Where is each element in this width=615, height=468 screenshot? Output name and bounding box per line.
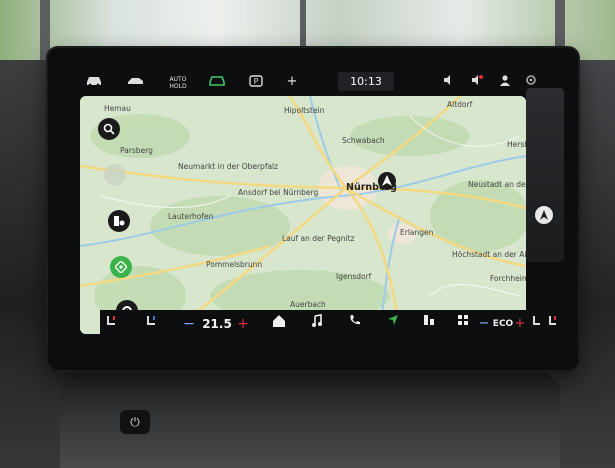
mute-icon[interactable] <box>468 74 486 90</box>
map-place-label: Hemau <box>104 104 131 113</box>
navigation-icon <box>387 315 399 329</box>
map-place-label: Schwabach <box>342 136 385 145</box>
map-place-label: Ansdorf bei Nürnberg <box>238 188 319 197</box>
map-place-label: Lauterhofen <box>168 212 214 221</box>
music-button[interactable] <box>306 314 328 334</box>
svg-text:P: P <box>254 77 259 86</box>
navigation-map[interactable]: Hemau Hipoltstein Altdorf Parsberg Schwabach… <box>80 96 526 334</box>
map-place-label: Altdorf <box>447 100 473 109</box>
phone-button[interactable] <box>344 314 366 334</box>
driver-assist-icon[interactable] <box>206 74 228 90</box>
volume-icon[interactable] <box>440 74 458 90</box>
route-button[interactable] <box>108 210 130 232</box>
music-icon <box>310 314 324 331</box>
temp-down-button[interactable]: − <box>182 314 196 334</box>
map-place-label: Auerbach <box>290 300 326 309</box>
map-place-label: Lauf an der Pegnitz <box>282 234 355 243</box>
parking-icon[interactable]: P <box>246 74 266 90</box>
grid-icon <box>457 315 469 329</box>
add-button[interactable]: + <box>284 74 300 90</box>
map-place-label: Neumarkt in der Oberpfalz <box>178 162 279 171</box>
power-button[interactable]: ⏻ <box>120 410 150 434</box>
map-terrain <box>80 96 526 334</box>
home-button[interactable] <box>268 314 290 334</box>
layers-button[interactable] <box>104 164 126 186</box>
north-arrow-icon <box>539 210 549 223</box>
grid-button[interactable] <box>452 314 474 334</box>
power-icon: ⏻ <box>130 415 140 429</box>
temp-up-button[interactable]: + <box>236 314 250 334</box>
temperature-value: 21.5 <box>202 317 232 331</box>
apps-button[interactable] <box>418 314 440 334</box>
car-side-icon[interactable] <box>126 74 146 90</box>
search-button[interactable] <box>98 118 120 140</box>
recenter-button[interactable] <box>110 256 132 278</box>
home-icon <box>272 315 286 331</box>
eco-up-button[interactable]: + <box>514 314 526 334</box>
map-place-label: Pommelsbrunn <box>206 260 263 269</box>
map-place-label: Parsberg <box>120 146 153 155</box>
car-icon[interactable] <box>84 74 104 90</box>
map-place-label: Igensdorf <box>336 272 372 281</box>
map-place-label: Neustadt an der Aisch <box>468 180 526 189</box>
map-place-label: Hersbruck <box>507 140 526 149</box>
map-place-label: Forchheim <box>490 274 526 283</box>
compass-button[interactable] <box>535 206 553 224</box>
route-icon <box>113 216 125 230</box>
phone-icon <box>349 315 361 329</box>
search-icon <box>103 123 115 138</box>
auto-hold-button[interactable]: AUTO HOLD <box>164 74 192 92</box>
seat-vent-button[interactable] <box>142 314 162 334</box>
user-icon[interactable] <box>496 74 514 90</box>
recenter-icon <box>114 260 128 276</box>
status-bar: AUTO HOLD P + 10:13 <box>78 70 566 94</box>
eco-down-button[interactable]: − <box>478 314 490 334</box>
right-side-panel <box>526 88 564 262</box>
current-position-marker <box>378 172 396 190</box>
apps-icon <box>423 315 435 329</box>
map-place-label: Höchstadt an der Aisch <box>452 250 526 259</box>
clock: 10:13 <box>338 72 394 91</box>
passenger-seat-heat-button[interactable] <box>546 314 560 334</box>
eco-mode-label[interactable]: ECO <box>490 314 516 334</box>
navigation-button[interactable] <box>382 314 404 334</box>
bottom-dock: − 21.5 + − ECO + <box>100 310 564 338</box>
seat-heat-button[interactable] <box>102 314 122 334</box>
passenger-seat-vent-button[interactable] <box>530 314 544 334</box>
map-place-label: Hipoltstein <box>284 106 325 115</box>
map-place-label: Erlangen <box>400 228 434 237</box>
